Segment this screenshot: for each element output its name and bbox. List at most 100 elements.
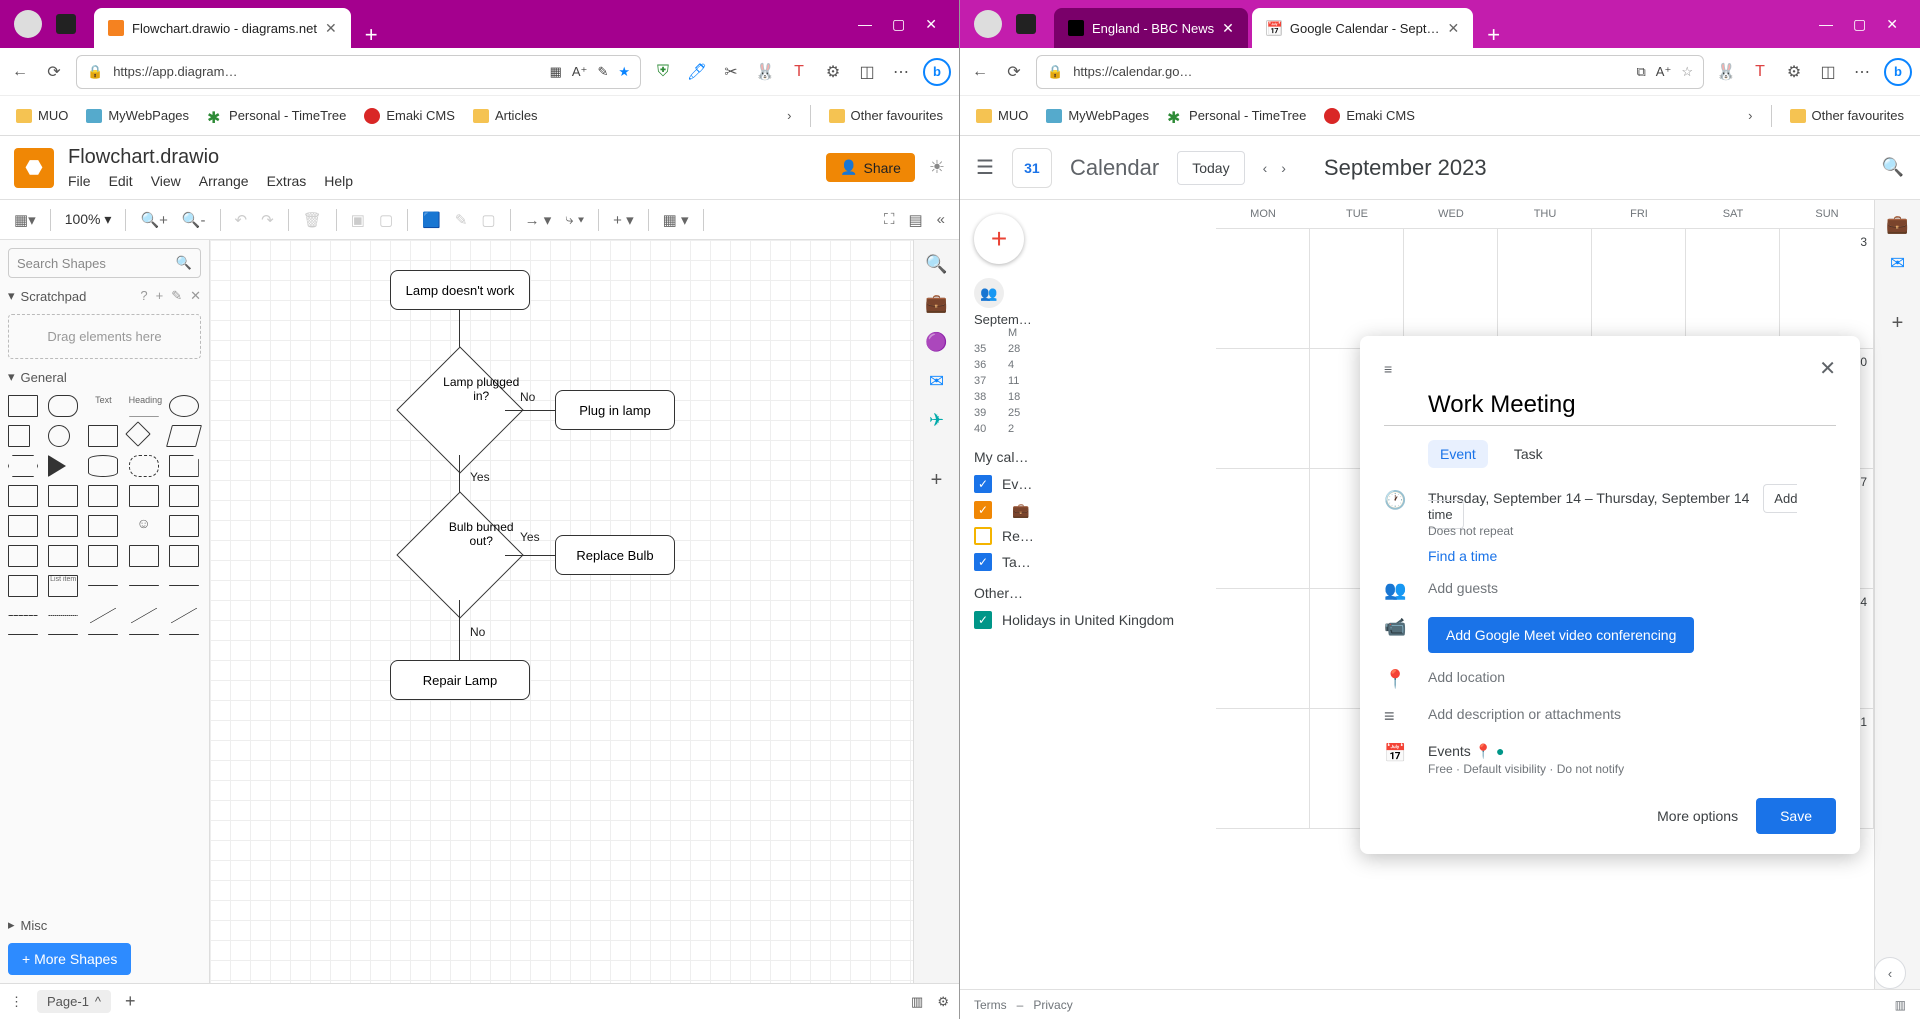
next-month-button[interactable]: › xyxy=(1281,160,1286,176)
fill-color-icon[interactable]: 🟦 xyxy=(422,211,441,229)
shape-square[interactable] xyxy=(8,425,30,447)
scratchpad-help-icon[interactable]: ? xyxy=(140,288,147,304)
shape-dashed[interactable] xyxy=(8,615,38,616)
node-repair-lamp[interactable]: Repair Lamp xyxy=(390,660,530,700)
outlook-icon[interactable]: ✉ xyxy=(929,371,944,392)
event-dates[interactable]: Thursday, September 14 – Thursday, Septe… xyxy=(1428,490,1749,506)
shape-8[interactable] xyxy=(129,485,159,507)
shape-12[interactable] xyxy=(88,515,118,537)
shape-parallelogram[interactable] xyxy=(166,425,202,447)
prev-month-button[interactable]: ‹ xyxy=(1263,160,1268,176)
add-meet-button[interactable]: Add Google Meet video conferencing xyxy=(1428,617,1694,653)
shape-14[interactable] xyxy=(8,545,38,567)
zoom-out-icon[interactable]: 🔍- xyxy=(182,211,206,229)
shape-ellipse[interactable] xyxy=(169,395,199,417)
search-sidebar-icon[interactable]: 🔍 xyxy=(925,254,947,275)
other-calendars-header[interactable]: Other… xyxy=(974,585,1202,601)
bookmark-muo[interactable]: MUO xyxy=(16,108,68,123)
url-input[interactable]: 🔒 https://calendar.go… ⧉ A⁺ ☆ xyxy=(1036,55,1704,89)
bookmark-emaki[interactable]: Emaki CMS xyxy=(1324,108,1415,124)
shape-diag1[interactable] xyxy=(90,608,116,624)
menu-arrange[interactable]: Arrange xyxy=(199,173,249,189)
node-replace-bulb[interactable]: Replace Bulb xyxy=(555,535,675,575)
add-guests-input[interactable]: Add guests xyxy=(1428,580,1836,596)
add-sidebar-button[interactable]: + xyxy=(931,469,943,492)
shape-conn4[interactable] xyxy=(169,634,199,635)
bookmark-emaki[interactable]: Emaki CMS xyxy=(364,108,455,124)
shape-5[interactable] xyxy=(8,485,38,507)
scratchpad-add-icon[interactable]: + xyxy=(156,288,164,304)
add-description-input[interactable]: Add description or attachments xyxy=(1428,706,1836,722)
outlook-icon[interactable]: ✉ xyxy=(1890,253,1905,274)
add-button[interactable]: + ▾ xyxy=(613,211,633,229)
shape-bidir-arrow[interactable] xyxy=(129,585,159,586)
close-window-button[interactable]: ✕ xyxy=(1886,16,1898,33)
maximize-button[interactable]: ▢ xyxy=(1853,16,1866,33)
refresh-button[interactable]: ⟳ xyxy=(42,60,66,84)
shape-13[interactable] xyxy=(169,515,199,537)
edit-icon[interactable]: ✎ xyxy=(597,64,608,80)
shape-10[interactable] xyxy=(8,515,38,537)
front-button[interactable]: ▣ xyxy=(351,211,365,229)
calendar-item[interactable]: ✓💼 xyxy=(974,497,1202,523)
browser-tab-bbc[interactable]: England - BBC News ✕ xyxy=(1054,8,1248,48)
shape-document[interactable] xyxy=(169,455,199,477)
more-menu-icon[interactable]: ⋯ xyxy=(1850,60,1874,84)
shape-19[interactable] xyxy=(8,575,38,597)
side-panel-toggle[interactable]: ‹ xyxy=(1874,957,1906,989)
refresh-button[interactable]: ⟳ xyxy=(1002,60,1026,84)
back-button[interactable]: ← xyxy=(968,60,992,84)
extensions-icon[interactable]: ⚙ xyxy=(821,60,845,84)
shape-text[interactable]: Text xyxy=(88,395,118,417)
tab-group-icon[interactable] xyxy=(1016,14,1036,34)
open-external-icon[interactable]: ⧉ xyxy=(1637,64,1646,80)
briefcase-icon[interactable]: 💼 xyxy=(1886,214,1908,235)
new-tab-button[interactable]: + xyxy=(1477,22,1510,48)
shape-curve[interactable] xyxy=(88,585,118,586)
find-time-link[interactable]: Find a time xyxy=(1428,548,1836,564)
shape-rounded-rect[interactable] xyxy=(48,395,78,417)
grid-icon[interactable]: ▦ xyxy=(550,64,562,80)
redo-button[interactable]: ↷ xyxy=(261,211,274,229)
collections-icon[interactable]: ▥ xyxy=(1895,998,1906,1012)
browser-tab-gcal[interactable]: 📅 Google Calendar - Sept… ✕ xyxy=(1252,8,1473,48)
bookmark-articles[interactable]: Articles xyxy=(473,108,538,123)
split-screen-icon[interactable]: ◫ xyxy=(855,60,879,84)
main-menu-icon[interactable]: ☰ xyxy=(976,155,994,180)
calendar-select[interactable]: Events xyxy=(1428,743,1471,759)
delete-button[interactable]: 🗑 xyxy=(303,211,322,229)
scratchpad-edit-icon[interactable]: ✎ xyxy=(171,288,182,304)
shape-16[interactable] xyxy=(88,545,118,567)
shape-diag3[interactable] xyxy=(171,608,197,624)
document-title[interactable]: Flowchart.drawio xyxy=(68,146,353,169)
shape-cloud[interactable] xyxy=(129,455,159,477)
menu-extras[interactable]: Extras xyxy=(267,173,307,189)
menu-help[interactable]: Help xyxy=(324,173,353,189)
shield-icon[interactable]: ⛨ xyxy=(651,60,675,84)
tab-event[interactable]: Event xyxy=(1428,440,1488,468)
close-tab-icon[interactable]: ✕ xyxy=(325,20,337,37)
undo-button[interactable]: ↶ xyxy=(235,211,248,229)
briefcase-icon[interactable]: 💼 xyxy=(925,293,947,314)
shape-dotted[interactable] xyxy=(48,615,78,616)
meet-with-icon[interactable]: 👥 xyxy=(974,278,1004,308)
privacy-link[interactable]: Privacy xyxy=(1033,998,1072,1012)
t-extension-icon[interactable]: T xyxy=(1748,60,1772,84)
scissors-icon[interactable]: ✂ xyxy=(719,60,743,84)
search-shapes-input[interactable]: Search Shapes 🔍 xyxy=(8,248,201,278)
browser-tab-drawio[interactable]: Flowchart.drawio - diagrams.net ✕ xyxy=(94,8,351,48)
close-window-button[interactable]: ✕ xyxy=(925,16,937,33)
canvas[interactable]: Lamp doesn't work Lamp plugged in? No Pl… xyxy=(210,240,913,983)
shape-9[interactable] xyxy=(169,485,199,507)
shape-conn1[interactable] xyxy=(48,634,78,635)
back-button-tool[interactable]: ▢ xyxy=(379,211,393,229)
shape-17[interactable] xyxy=(129,545,159,567)
bookmarks-overflow-icon[interactable]: › xyxy=(787,108,791,123)
save-button[interactable]: Save xyxy=(1756,798,1836,834)
profile-avatar[interactable] xyxy=(14,10,42,38)
shape-list[interactable]: List item xyxy=(48,575,78,597)
format-panel-icon[interactable]: ▤ xyxy=(908,211,922,229)
calendar-item[interactable]: ✓Ta… xyxy=(974,549,1202,575)
url-input[interactable]: 🔒 https://app.diagram… ▦ A⁺ ✎ ★ xyxy=(76,55,641,89)
bookmark-muo[interactable]: MUO xyxy=(976,108,1028,123)
